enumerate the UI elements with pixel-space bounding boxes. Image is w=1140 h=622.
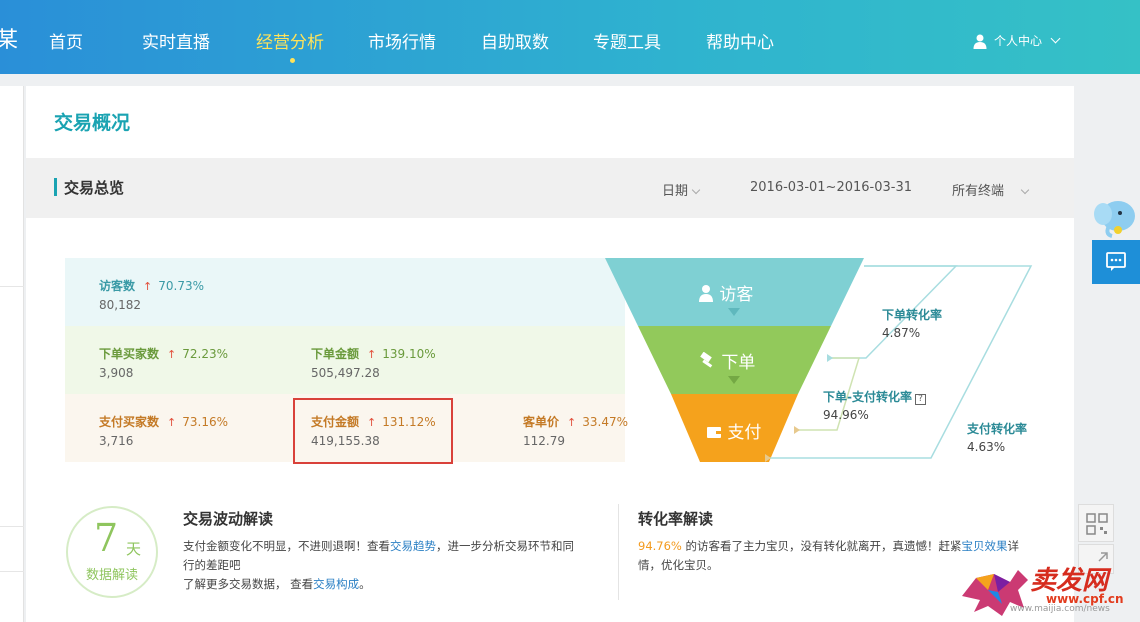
qr-code-icon bbox=[1086, 513, 1108, 535]
chevron-down-icon bbox=[691, 185, 701, 194]
left-sidebar-edge bbox=[0, 86, 24, 622]
chevron-down-icon bbox=[1020, 185, 1030, 194]
sub-header-bar: 交易总览 日期 2016-03-01~2016-03-31 所有终端 bbox=[26, 158, 1074, 218]
logo-fragment: 某 bbox=[0, 28, 19, 53]
user-center-label: 个人中心 bbox=[994, 34, 1043, 48]
elephant-mascot-icon[interactable] bbox=[1090, 196, 1140, 238]
terminal-select[interactable]: 所有终端 bbox=[952, 180, 1030, 199]
chat-button[interactable] bbox=[1092, 240, 1140, 284]
link-item-effect[interactable]: 宝贝效果 bbox=[962, 539, 1008, 553]
metric-visitors: 访客数 ↑ 70.73% 80,182 bbox=[99, 279, 204, 312]
pay-amount-highlight-box bbox=[293, 398, 453, 464]
seven-day-badge: 7 天 数据解读 bbox=[66, 506, 158, 598]
divider bbox=[618, 504, 619, 600]
watermark-sub-url: www.maijia.com/news bbox=[1010, 604, 1110, 614]
rate-pay-conversion: 支付转化率 4.63% bbox=[967, 422, 1028, 454]
rate-order-pay-conversion: 下单-支付转化率? 94.96% bbox=[823, 388, 926, 422]
nav-item-home[interactable]: 首页 bbox=[49, 28, 83, 53]
link-trade-composition[interactable]: 交易构成 bbox=[313, 577, 359, 591]
metric-order-buyers: 下单买家数 ↑ 72.23% 3,908 bbox=[99, 347, 228, 380]
active-nav-indicator bbox=[290, 58, 295, 63]
arrow-up-icon: ↑ bbox=[167, 416, 177, 429]
nav-item-analysis[interactable]: 经营分析 bbox=[256, 28, 324, 53]
hammer-icon bbox=[700, 351, 713, 368]
top-nav-bar: 某 首页 实时直播 经营分析 市场行情 自助取数 专题工具 帮助中心 个人中心 bbox=[0, 0, 1140, 74]
arrow-up-icon: ↑ bbox=[367, 348, 377, 361]
arrow-up-icon: ↑ bbox=[167, 348, 177, 361]
trade-overview-card: 交易概况 交易总览 日期 2016-03-01~2016-03-31 所有终端 … bbox=[26, 86, 1074, 622]
user-icon bbox=[973, 34, 987, 49]
user-icon bbox=[699, 285, 713, 302]
sub-title: 交易总览 bbox=[64, 179, 125, 197]
chevron-down-icon bbox=[1050, 33, 1061, 44]
trade-fluctuation-interpretation: 交易波动解读 支付金额变化不明显，不进则退啊！查看交易趋势，进一步分析交易环节和… bbox=[183, 510, 574, 591]
user-center-menu[interactable]: 个人中心 bbox=[972, 32, 1061, 49]
nav-item-market[interactable]: 市场行情 bbox=[368, 28, 436, 53]
wallet-icon bbox=[707, 427, 721, 438]
nav-item-tools[interactable]: 专题工具 bbox=[593, 28, 661, 53]
nav-item-live[interactable]: 实时直播 bbox=[142, 28, 210, 53]
arrow-up-icon: ↑ bbox=[143, 280, 153, 293]
link-trade-trend[interactable]: 交易趋势 bbox=[390, 539, 436, 553]
arrow-up-icon: ↑ bbox=[567, 416, 577, 429]
funnel-label-order: 下单 bbox=[698, 348, 755, 373]
metric-order-amount: 下单金额 ↑ 139.10% 505,497.28 bbox=[311, 347, 436, 380]
qr-code-button[interactable] bbox=[1078, 504, 1114, 542]
date-range-picker[interactable]: 2016-03-01~2016-03-31 bbox=[750, 180, 912, 195]
nav-item-self-fetch[interactable]: 自助取数 bbox=[481, 28, 549, 53]
title-marker bbox=[54, 178, 57, 196]
funnel-label-visitor: 访客 bbox=[698, 280, 753, 305]
nav-item-help[interactable]: 帮助中心 bbox=[706, 28, 774, 53]
help-icon[interactable]: ? bbox=[914, 394, 926, 405]
metric-pay-buyers: 支付买家数 ↑ 73.16% 3,716 bbox=[99, 415, 228, 448]
rate-order-conversion: 下单转化率 4.87% bbox=[882, 308, 943, 340]
funnel-label-pay: 支付 bbox=[706, 418, 761, 443]
date-filter[interactable]: 日期 bbox=[662, 180, 701, 199]
chat-icon bbox=[1106, 252, 1126, 271]
section-title: 交易概况 bbox=[54, 112, 131, 134]
